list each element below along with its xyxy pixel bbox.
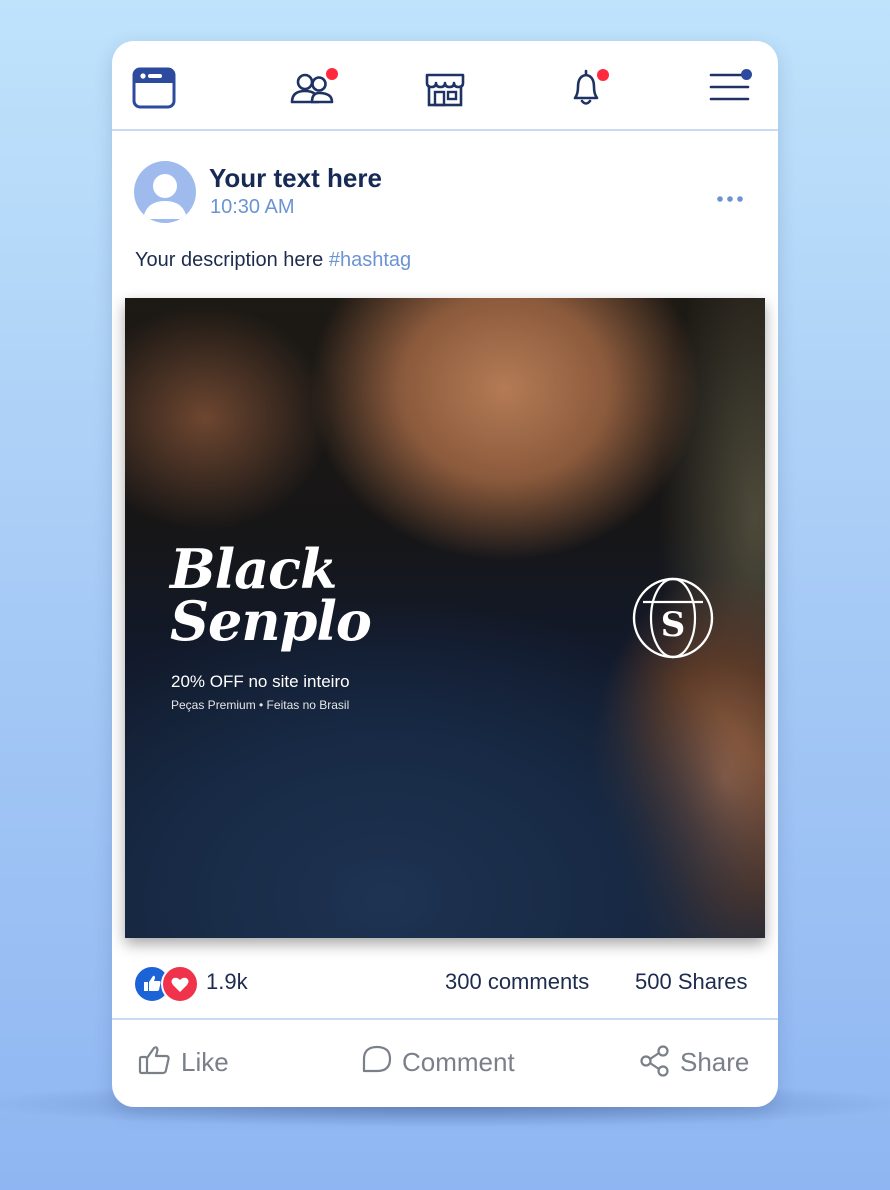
browser-icon[interactable] (132, 65, 178, 111)
share-icon (640, 1045, 669, 1077)
actions-divider (112, 1018, 778, 1020)
marketplace-icon[interactable] (422, 65, 468, 111)
avatar[interactable] (134, 161, 196, 223)
description-text: Your description here (135, 249, 324, 271)
menu-icon[interactable] (708, 65, 754, 111)
love-reaction-icon[interactable] (161, 965, 199, 1003)
logo-letter: S (661, 605, 686, 645)
post-stats: 1.9k 300 comments 500 Shares (112, 951, 778, 1011)
notifications-icon[interactable] (564, 65, 610, 111)
friends-badge (326, 68, 338, 80)
notifications-badge (597, 69, 609, 81)
comment-label: Comment (402, 1047, 515, 1077)
like-button[interactable]: Like (138, 1039, 268, 1085)
more-options-icon[interactable] (712, 189, 748, 209)
post-time: 10:30 AM (210, 196, 295, 218)
comment-button[interactable]: Comment (360, 1039, 530, 1085)
post-description: Your description here #hashtag (135, 249, 411, 272)
top-navigation (112, 41, 778, 131)
image-offer: 20% OFF no site inteiro (171, 672, 350, 691)
share-label: Share (680, 1047, 750, 1077)
thumbs-up-icon (138, 1046, 170, 1075)
post-image[interactable]: Black Senplo 20% OFF no site inteiro Peç… (125, 298, 765, 938)
comments-count[interactable]: 300 comments (445, 969, 589, 995)
brand-logo-icon: S (631, 576, 715, 660)
post-author[interactable]: Your text here (209, 163, 382, 194)
social-post-card: Your text here 10:30 AM Your description… (112, 41, 778, 1107)
image-subtitle: Peças Premium • Feitas no Brasil (171, 698, 350, 712)
image-title-line1: Black (170, 537, 337, 601)
friends-icon[interactable] (288, 65, 338, 111)
user-icon (143, 174, 187, 219)
reactions-count[interactable]: 1.9k (206, 969, 248, 995)
image-title-line2: Senplo (170, 589, 372, 653)
comment-icon (362, 1045, 392, 1073)
hashtag-link[interactable]: #hashtag (329, 249, 411, 271)
post-header: Your text here 10:30 AM (112, 131, 778, 231)
image-title: Black Senplo (170, 537, 372, 653)
share-button[interactable]: Share (638, 1039, 768, 1085)
menu-badge (741, 69, 752, 80)
like-label: Like (181, 1047, 229, 1077)
shares-count[interactable]: 500 Shares (635, 969, 748, 995)
